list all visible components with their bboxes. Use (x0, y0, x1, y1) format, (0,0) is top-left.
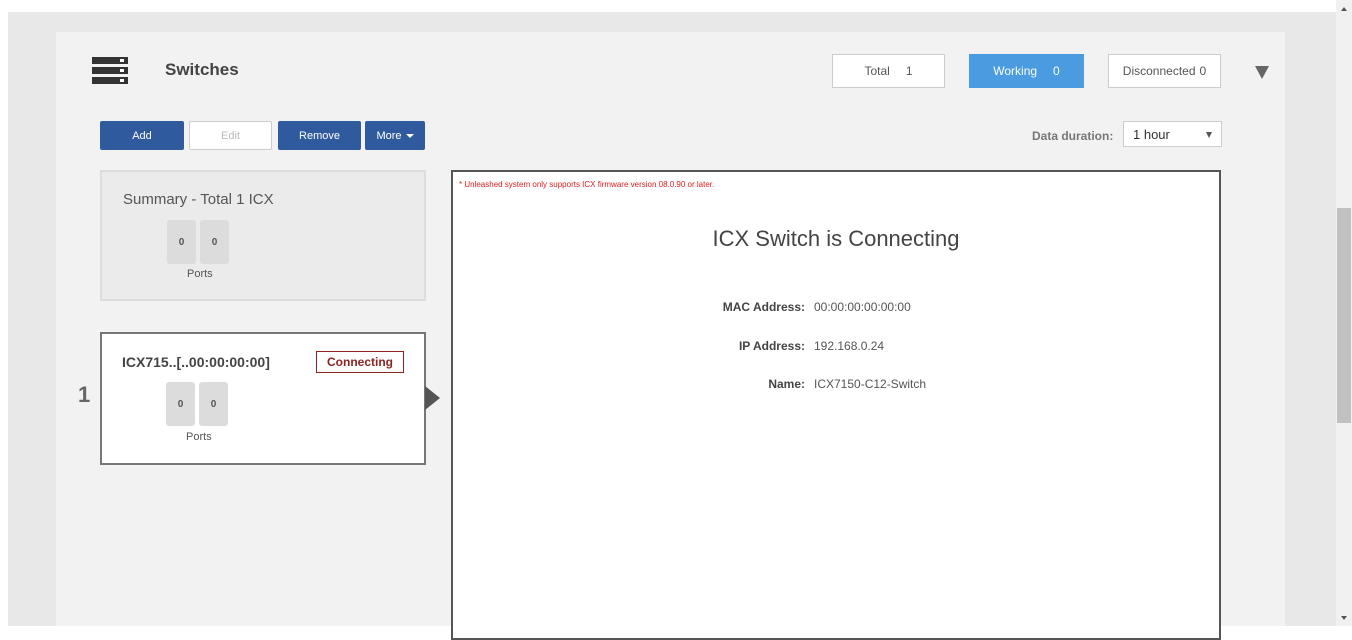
remove-button[interactable]: Remove (278, 121, 361, 150)
total-value: 1 (905, 64, 913, 78)
scroll-up-arrow-icon[interactable] (1341, 7, 1347, 11)
scroll-down-arrow-icon[interactable] (1341, 616, 1347, 620)
switch-details-panel: * Unleashed system only supports ICX fir… (451, 170, 1221, 640)
more-label: More (376, 129, 402, 142)
more-button[interactable]: More (365, 121, 425, 150)
disconnected-count-badge[interactable]: Disconnected 0 (1108, 54, 1221, 88)
summary-ports-label: Ports (187, 268, 213, 280)
selected-pointer-icon (425, 386, 440, 410)
summary-card[interactable]: Summary - Total 1 ICX 0 0 Ports (100, 170, 426, 301)
collapse-triangle-icon[interactable] (1255, 66, 1269, 79)
data-duration-select[interactable]: 1 hour (1123, 121, 1222, 147)
disconnected-value: 0 (1199, 64, 1207, 78)
scrollbar-thumb[interactable] (1337, 208, 1351, 423)
working-value: 0 (1053, 64, 1060, 78)
working-count-badge[interactable]: Working 0 (969, 54, 1084, 88)
dropdown-arrow-icon (1206, 132, 1212, 138)
switch-name: ICX715..[..00:00:00:00] (122, 354, 270, 370)
mac-address-label: MAC Address: (722, 300, 805, 314)
total-count-badge[interactable]: Total 1 (832, 54, 945, 88)
switch-ports-label: Ports (186, 431, 212, 443)
data-duration-value: 1 hour (1133, 126, 1170, 142)
firmware-notice: * Unleashed system only supports ICX fir… (459, 180, 715, 189)
name-label: Name: (768, 377, 805, 391)
edit-button[interactable]: Edit (189, 121, 272, 150)
name-value: ICX7150-C12-Switch (814, 377, 927, 391)
ip-address-value: 192.168.0.24 (814, 339, 885, 353)
disconnected-label: Disconnected (1122, 64, 1196, 78)
caret-down-icon (405, 133, 414, 138)
switch-port-count-2: 0 (199, 382, 228, 426)
row-number: 1 (78, 382, 91, 407)
summary-title: Summary - Total 1 ICX (123, 191, 274, 208)
total-label: Total (864, 64, 890, 78)
add-button[interactable]: Add (100, 121, 184, 150)
data-duration-label: Data duration: (1032, 129, 1114, 143)
switch-stack-icon (92, 57, 128, 85)
vertical-scrollbar[interactable] (1336, 0, 1352, 626)
summary-port-count-2: 0 (200, 220, 229, 264)
page-title: Switches (165, 60, 239, 79)
summary-port-count-1: 0 (167, 220, 196, 264)
details-title: ICX Switch is Connecting (712, 226, 960, 251)
status-badge: Connecting (316, 351, 404, 373)
working-label: Working (993, 64, 1038, 78)
switch-card[interactable]: ICX715..[..00:00:00:00] Connecting 0 0 P… (100, 332, 426, 465)
mac-address-value: 00:00:00:00:00:00 (814, 300, 911, 314)
switch-port-count-1: 0 (166, 382, 195, 426)
ip-address-label: IP Address: (738, 339, 805, 353)
